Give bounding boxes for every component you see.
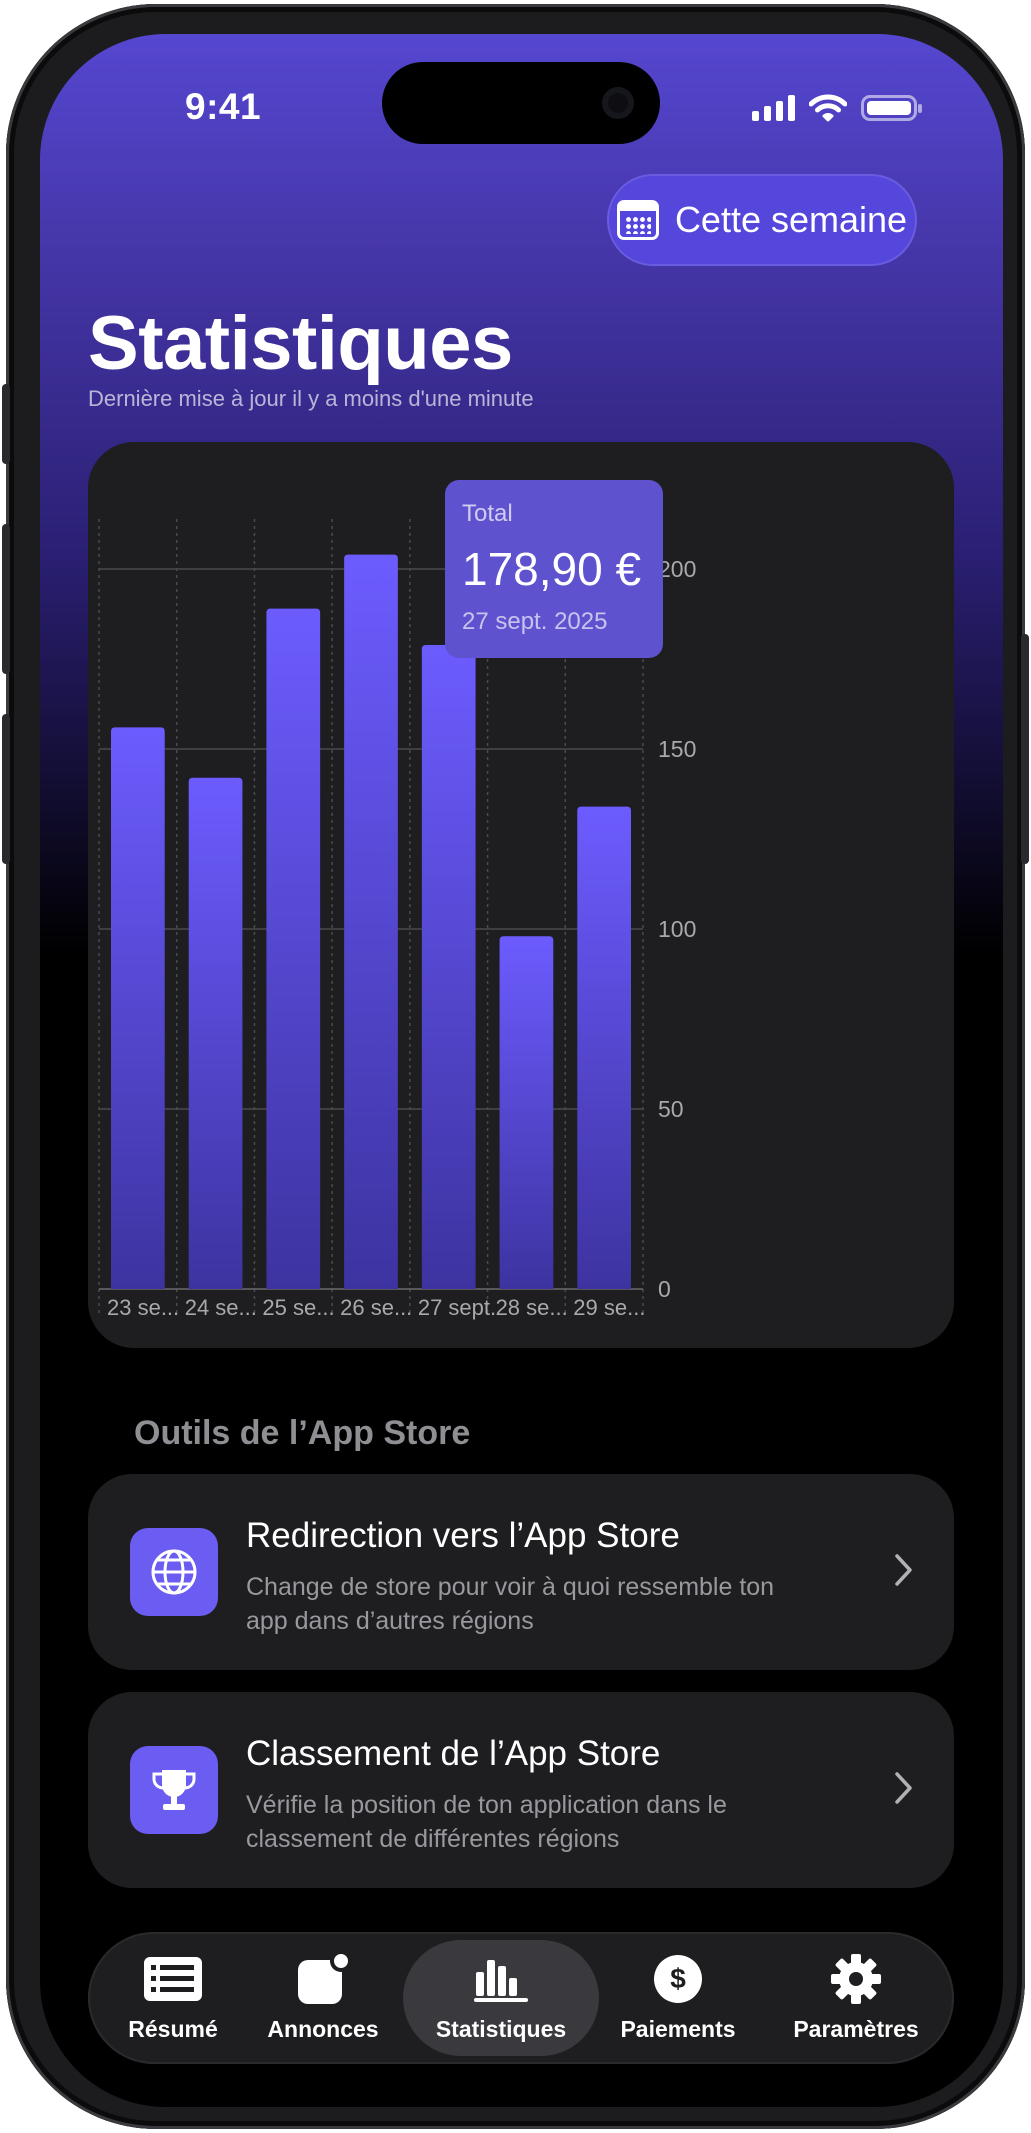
trophy-icon <box>130 1746 218 1834</box>
app-store-ranking-card[interactable]: Classement de l’App Store Vérifie la pos… <box>88 1692 954 1888</box>
x-tick-label: 25 se... <box>262 1295 334 1320</box>
action-button <box>2 384 10 464</box>
chart-bar <box>499 936 554 1289</box>
dollar-icon: $ <box>653 1954 703 2004</box>
tab-parametres[interactable]: Paramètres <box>768 1932 944 2064</box>
tab-resume[interactable]: Résumé <box>98 1932 248 2064</box>
list-icon <box>144 1954 202 2004</box>
chart-bar <box>344 554 398 1289</box>
x-tick-label: 28 se... <box>496 1295 568 1320</box>
x-tick-label: 29 se... <box>573 1295 645 1320</box>
bar-chart-icon <box>474 1954 528 2004</box>
y-tick-label: 0 <box>658 1276 671 1302</box>
tooltip-label: Total <box>462 500 513 527</box>
volume-up-button <box>2 524 10 674</box>
power-button <box>1021 634 1029 864</box>
chart-tooltip: Total 178,90 € 27 sept. 2025 <box>445 480 663 658</box>
tool-description: Change de store pour voir à quoi ressemb… <box>246 1573 775 1635</box>
x-tick-label: 27 sept. <box>418 1295 496 1320</box>
chart-bar <box>111 727 165 1289</box>
y-tick-label: 100 <box>658 916 696 942</box>
gear-icon <box>830 1954 882 2004</box>
tooltip-value: 178,90 € <box>462 543 642 595</box>
tab-label: Annonces <box>267 2016 379 2042</box>
screen: 9:41 Cette semaine Statistiques Dernière… <box>40 34 1003 2107</box>
tab-bar: Résumé Annonces Statistiques $ Paiements <box>88 1932 954 2064</box>
phone-frame: 9:41 Cette semaine Statistiques Dernière… <box>2 4 1029 2129</box>
tab-label: Paiements <box>620 2016 736 2042</box>
tab-label: Paramètres <box>793 2016 919 2042</box>
chart-bar <box>577 806 631 1289</box>
svg-text:$: $ <box>670 1963 686 1994</box>
revenue-bar-chart[interactable]: 0 50 100 150 200 23 se... 24 se... 25 se... 26 s… <box>40 34 1003 1434</box>
tab-annonces[interactable]: Annonces <box>248 1932 398 2064</box>
tooltip-date: 27 sept. 2025 <box>462 608 608 635</box>
x-tick-label: 24 se... <box>185 1295 257 1320</box>
chart-bar <box>188 777 243 1289</box>
y-tick-label: 150 <box>658 736 696 762</box>
chevron-right-icon <box>895 1554 912 1586</box>
globe-icon <box>130 1528 218 1616</box>
chart-bar <box>266 608 321 1289</box>
tab-statistiques[interactable]: Statistiques <box>406 1932 596 2064</box>
tab-paiements[interactable]: $ Paiements <box>598 1932 758 2064</box>
x-tick-label: 26 se... <box>340 1295 412 1320</box>
section-title-app-store-tools: Outils de l’App Store <box>134 1414 471 1452</box>
badge-icon <box>296 1952 350 2004</box>
tab-label: Résumé <box>128 2016 218 2042</box>
tool-description: Vérifie la position de ton application d… <box>246 1791 727 1853</box>
x-tick-label: 23 se... <box>107 1295 179 1320</box>
tool-title: Redirection vers l’App Store <box>246 1516 680 1555</box>
chevron-right-icon <box>895 1772 912 1804</box>
y-tick-label: 50 <box>658 1096 684 1122</box>
tool-title: Classement de l’App Store <box>246 1734 661 1773</box>
app-store-redirect-card[interactable]: Redirection vers l’App Store Change de s… <box>88 1474 954 1670</box>
volume-down-button <box>2 714 10 864</box>
y-tick-label: 200 <box>658 556 696 582</box>
tab-label: Statistiques <box>435 2016 567 2042</box>
chart-bar <box>421 644 476 1289</box>
